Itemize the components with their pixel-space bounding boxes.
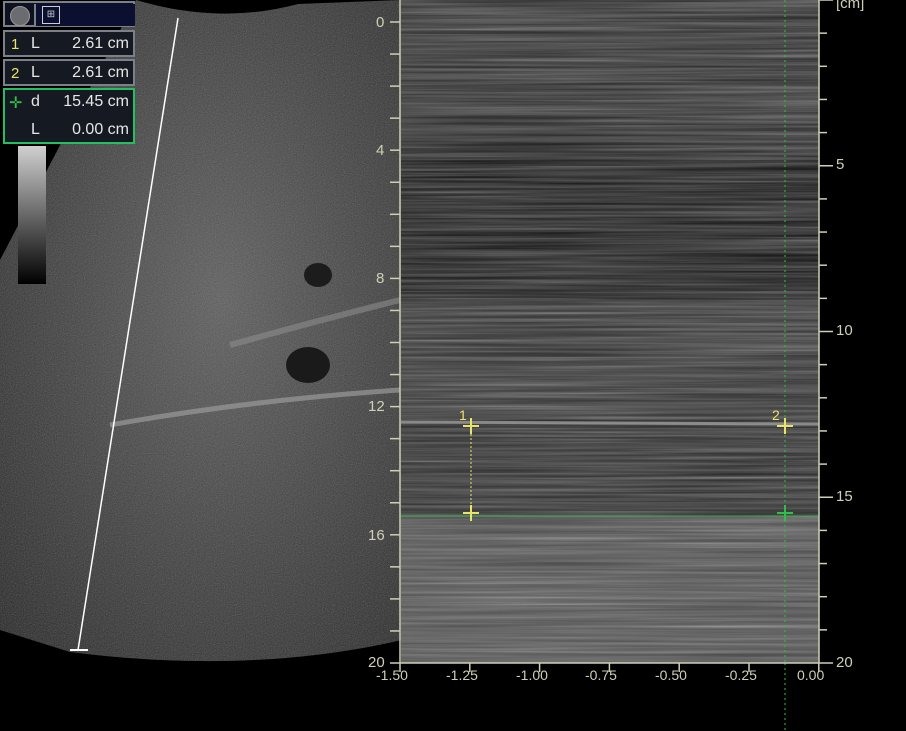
grayscale-bar (18, 146, 46, 284)
active-distance-type: d (31, 93, 40, 110)
mmode-depth-label-5: 5 (836, 156, 845, 173)
measurement-2-index: 2 (11, 65, 20, 82)
mode-button[interactable]: ⊞ (34, 4, 135, 26)
bmode-depth-label-0: 0 (376, 14, 385, 31)
time-label-neg0.75: -0.75 (585, 667, 617, 683)
record-icon[interactable] (10, 6, 30, 26)
bmode-depth-label-8: 8 (376, 270, 385, 287)
measurement-1[interactable]: 1 L 2.61 cm (3, 30, 135, 57)
time-label-neg0.25: -0.25 (725, 667, 757, 683)
time-label-neg1.25: -1.25 (446, 667, 478, 683)
caliper-1-label[interactable]: 1 (459, 407, 467, 423)
mmode-trace[interactable] (401, 0, 819, 663)
bmode-depth-label-16: 16 (368, 527, 385, 544)
mmode-unit-label: [cm] (836, 0, 865, 12)
time-label-0.00: 0.00 (797, 667, 825, 683)
measurement-2-type: L (31, 64, 40, 81)
measurement-1-type: L (31, 35, 40, 52)
top-toolbar: ⊞ (3, 1, 135, 27)
mmode-depth-label-20: 20 (836, 654, 853, 671)
active-distance-value: 15.45 cm (63, 93, 129, 110)
measurement-1-index: 1 (11, 36, 20, 53)
caliper-2-label[interactable]: 2 (772, 407, 780, 423)
measurement-2-value: 2.61 cm (72, 64, 129, 81)
time-label-neg1.50: -1.50 (376, 667, 408, 683)
active-length-type: L (31, 121, 40, 138)
mode-icon: ⊞ (42, 6, 60, 24)
time-label-neg1.00: -1.00 (516, 667, 548, 683)
bmode-depth-label-12: 12 (368, 398, 385, 415)
crosshair-icon: ✛ (9, 95, 23, 112)
measurement-2[interactable]: 2 L 2.61 cm (3, 59, 135, 86)
mmode-depth-label-15: 15 (836, 488, 853, 505)
time-label-neg0.50: -0.50 (655, 667, 687, 683)
active-length-value: 0.00 cm (72, 121, 129, 138)
bmode-depth-label-4: 4 (376, 142, 385, 159)
ultrasound-screen: 0 4 8 12 16 20 [cm] 5 10 15 20 -1.50 -1.… (0, 0, 906, 731)
measurement-1-value: 2.61 cm (72, 35, 129, 52)
mmode-depth-label-10: 10 (836, 322, 853, 339)
active-measurement[interactable]: ✛ d 15.45 cm L 0.00 cm (3, 88, 135, 144)
